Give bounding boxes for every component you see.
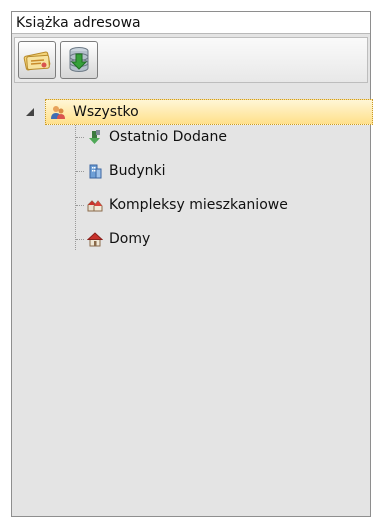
database-import-icon [69,47,89,72]
address-card-icon [23,51,51,71]
contacts-icon [51,106,65,119]
recent-icon [89,130,100,144]
address-book-panel: Książka adresowa Wszystko Ostatnio Dodan… [11,11,373,517]
toolbar [14,37,368,83]
building-icon [89,164,102,179]
house-icon [87,232,103,247]
expander-icon[interactable] [26,108,34,116]
housing-complex-icon [87,200,103,212]
tree-item-label: Kompleksy mieszkaniowe [109,197,288,213]
tree-item-label: Wszystko [73,104,139,120]
tree-guide-line [76,239,84,240]
panel-title: Książka adresowa [12,12,370,34]
database-import-button[interactable] [60,41,98,79]
tree-guide-line [75,125,76,250]
tree-guide-line [76,205,84,206]
tree-item-label: Budynki [109,163,166,179]
tree-guide-line [76,137,84,138]
tree-guide-line [76,171,84,172]
tree-item-label: Domy [109,231,151,247]
tree-item-wszystko[interactable]: Wszystko [45,99,373,125]
address-card-button[interactable] [18,41,56,79]
tree-item-label: Ostatnio Dodane [109,129,227,145]
